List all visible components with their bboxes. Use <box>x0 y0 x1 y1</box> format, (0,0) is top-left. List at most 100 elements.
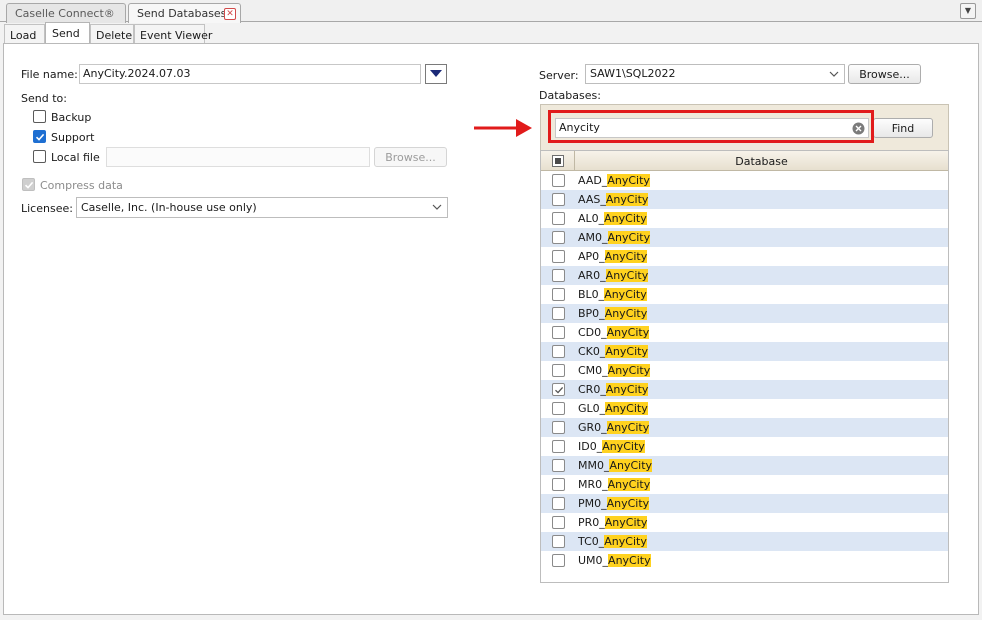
search-match-highlight: AnyCity <box>605 402 648 415</box>
row-checkbox[interactable] <box>552 478 565 491</box>
row-checkbox[interactable] <box>552 269 565 282</box>
database-name: AAS_AnyCity <box>578 193 649 206</box>
row-checkbox[interactable] <box>552 516 565 529</box>
tab-send[interactable]: Send <box>45 22 90 44</box>
row-checkbox[interactable] <box>552 364 565 377</box>
database-name: TC0_AnyCity <box>578 535 647 548</box>
table-row[interactable]: CK0_AnyCity <box>541 342 948 361</box>
backup-checkbox[interactable] <box>33 110 46 123</box>
row-checkbox[interactable] <box>552 440 565 453</box>
row-checkbox[interactable] <box>552 535 565 548</box>
column-header-database[interactable]: Database <box>575 151 948 171</box>
close-icon[interactable]: ✕ <box>224 8 236 20</box>
server-value: SAW1\SQL2022 <box>590 67 676 80</box>
table-row[interactable]: BL0_AnyCity <box>541 285 948 304</box>
row-checkbox[interactable] <box>552 212 565 225</box>
tab-event-viewer[interactable]: Event Viewer <box>134 24 212 44</box>
table-row[interactable]: UM0_AnyCity <box>541 551 948 570</box>
database-name: BP0_AnyCity <box>578 307 648 320</box>
backup-label[interactable]: Backup <box>51 111 91 124</box>
server-select[interactable]: SAW1\SQL2022 <box>585 64 845 84</box>
table-row[interactable]: BP0_AnyCity <box>541 304 948 323</box>
databases-label: Databases: <box>539 89 601 102</box>
tab-delete[interactable]: Delete <box>90 24 134 44</box>
local-file-browse-button[interactable]: Browse... <box>374 147 447 167</box>
row-checkbox[interactable] <box>552 288 565 301</box>
database-prefix: PR0_ <box>578 516 605 529</box>
database-prefix: AAD_ <box>578 174 608 187</box>
search-match-highlight: AnyCity <box>604 307 648 320</box>
tab-send-databases[interactable]: Send Databases ✕ <box>128 3 241 23</box>
file-name-dropdown-button[interactable] <box>425 64 447 84</box>
local-file-label[interactable]: Local file <box>51 151 100 164</box>
table-row[interactable]: CM0_AnyCity <box>541 361 948 380</box>
server-browse-button[interactable]: Browse... <box>848 64 921 84</box>
grid-header: Database <box>541 151 948 171</box>
database-name: MR0_AnyCity <box>578 478 651 491</box>
search-match-highlight: AnyCity <box>604 516 648 529</box>
search-match-highlight: AnyCity <box>607 174 650 187</box>
database-name: BL0_AnyCity <box>578 288 647 301</box>
table-row[interactable]: GL0_AnyCity <box>541 399 948 418</box>
tab-menu-dropdown-icon[interactable]: ▼ <box>960 3 976 19</box>
support-label[interactable]: Support <box>51 131 94 144</box>
chevron-down-icon <box>432 204 442 210</box>
table-row[interactable]: CR0_AnyCity <box>541 380 948 399</box>
row-checkbox[interactable] <box>552 250 565 263</box>
search-match-highlight: AnyCity <box>609 459 653 472</box>
tab-caselle-connect[interactable]: Caselle Connect® <box>6 3 126 23</box>
annotation-highlight-box <box>548 110 874 143</box>
database-prefix: CR0_ <box>578 383 606 396</box>
select-all-checkbox[interactable] <box>552 155 564 167</box>
table-row[interactable]: CD0_AnyCity <box>541 323 948 342</box>
table-row[interactable]: PR0_AnyCity <box>541 513 948 532</box>
table-row[interactable]: AAD_AnyCity <box>541 171 948 190</box>
table-row[interactable]: ID0_AnyCity <box>541 437 948 456</box>
table-row[interactable]: MR0_AnyCity <box>541 475 948 494</box>
search-match-highlight: AnyCity <box>604 535 647 548</box>
table-row[interactable]: GR0_AnyCity <box>541 418 948 437</box>
row-checkbox[interactable] <box>552 554 565 567</box>
database-prefix: GR0_ <box>578 421 607 434</box>
tab-label: Delete <box>96 29 133 42</box>
row-checkbox[interactable] <box>552 421 565 434</box>
row-checkbox[interactable] <box>552 402 565 415</box>
row-checkbox[interactable] <box>552 174 565 187</box>
database-name: AR0_AnyCity <box>578 269 649 282</box>
database-name: ID0_AnyCity <box>578 440 645 453</box>
table-row[interactable]: MM0_AnyCity <box>541 456 948 475</box>
database-name: CK0_AnyCity <box>578 345 648 358</box>
find-button[interactable]: Find <box>873 118 933 138</box>
row-checkbox[interactable] <box>552 307 565 320</box>
search-match-highlight: AnyCity <box>606 326 650 339</box>
table-row[interactable]: AAS_AnyCity <box>541 190 948 209</box>
licensee-select[interactable]: Caselle, Inc. (In-house use only) <box>76 197 448 218</box>
row-checkbox[interactable] <box>552 459 565 472</box>
compress-data-checkbox[interactable] <box>22 178 35 191</box>
local-file-path-field[interactable] <box>106 147 370 167</box>
row-checkbox[interactable] <box>552 231 565 244</box>
database-prefix: AR0_ <box>578 269 606 282</box>
tab-load[interactable]: Load <box>4 24 45 44</box>
local-file-checkbox[interactable] <box>33 150 46 163</box>
database-name: AM0_AnyCity <box>578 231 651 244</box>
licensee-label: Licensee: <box>21 202 73 215</box>
row-checkbox[interactable] <box>552 193 565 206</box>
file-name-field[interactable]: AnyCity.2024.07.03 <box>79 64 421 84</box>
search-match-highlight: AnyCity <box>605 345 648 358</box>
table-row[interactable]: PM0_AnyCity <box>541 494 948 513</box>
table-row[interactable]: AM0_AnyCity <box>541 228 948 247</box>
row-checkbox[interactable] <box>552 345 565 358</box>
search-match-highlight: AnyCity <box>604 288 647 301</box>
table-row[interactable]: AL0_AnyCity <box>541 209 948 228</box>
database-prefix: MR0_ <box>578 478 608 491</box>
database-name: AL0_AnyCity <box>578 212 647 225</box>
row-checkbox[interactable] <box>552 497 565 510</box>
support-checkbox[interactable] <box>33 130 46 143</box>
table-row[interactable]: TC0_AnyCity <box>541 532 948 551</box>
server-label: Server: <box>539 69 579 82</box>
table-row[interactable]: AP0_AnyCity <box>541 247 948 266</box>
row-checkbox[interactable] <box>552 383 565 396</box>
row-checkbox[interactable] <box>552 326 565 339</box>
table-row[interactable]: AR0_AnyCity <box>541 266 948 285</box>
